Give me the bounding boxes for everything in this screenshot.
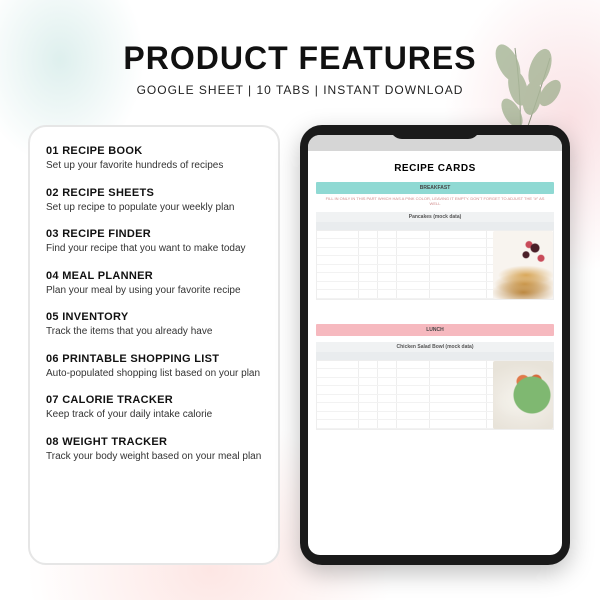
feature-title: 03 RECIPE FINDER <box>46 228 262 240</box>
tablet-notch <box>390 125 480 139</box>
section-label: LUNCH <box>426 327 444 333</box>
recipe-columns-header <box>316 352 554 360</box>
feature-desc: Set up recipe to populate your weekly pl… <box>46 201 262 215</box>
feature-desc: Track your body weight based on your mea… <box>46 450 262 464</box>
feature-02: 02 RECIPE SHEETS Set up recipe to popula… <box>46 187 262 215</box>
recipe-image-pancakes <box>493 231 553 299</box>
section-bar-lunch: LUNCH <box>316 324 554 336</box>
feature-08: 08 WEIGHT TRACKER Track your body weight… <box>46 436 262 464</box>
recipe-name: Chicken Salad Bowl (mock data) <box>316 342 554 352</box>
features-card: 01 RECIPE BOOK Set up your favorite hund… <box>28 125 280 565</box>
feature-03: 03 RECIPE FINDER Find your recipe that y… <box>46 228 262 256</box>
recipe-body <box>316 360 554 430</box>
feature-desc: Plan your meal by using your favorite re… <box>46 284 262 298</box>
feature-04: 04 MEAL PLANNER Plan your meal by using … <box>46 270 262 298</box>
tablet-mockup: RECIPE CARDS BREAKFAST FILL IN ONLY IN T… <box>300 125 570 565</box>
content-row: 01 RECIPE BOOK Set up your favorite hund… <box>0 97 600 565</box>
feature-title: 05 INVENTORY <box>46 311 262 323</box>
feature-desc: Set up your favorite hundreds of recipes <box>46 159 262 173</box>
feature-title: 07 CALORIE TRACKER <box>46 394 262 406</box>
feature-01: 01 RECIPE BOOK Set up your favorite hund… <box>46 145 262 173</box>
recipe-image-salad-bowl <box>493 361 553 429</box>
section-label: BREAKFAST <box>420 185 451 191</box>
feature-07: 07 CALORIE TRACKER Keep track of your da… <box>46 394 262 422</box>
breakfast-note: FILL IN ONLY IN THIS PART WHICH HAS A PI… <box>308 194 562 210</box>
feature-desc: Auto-populated shopping list based on yo… <box>46 367 262 381</box>
recipe-block-breakfast: Pancakes (mock data) <box>316 212 554 300</box>
section-bar-breakfast: BREAKFAST <box>316 182 554 194</box>
feature-05: 05 INVENTORY Track the items that you al… <box>46 311 262 339</box>
feature-title: 01 RECIPE BOOK <box>46 145 262 157</box>
sheet-title: RECIPE CARDS <box>308 151 562 182</box>
feature-desc: Keep track of your daily intake calorie <box>46 408 262 422</box>
feature-title: 06 PRINTABLE SHOPPING LIST <box>46 353 262 365</box>
recipe-body <box>316 230 554 300</box>
feature-desc: Find your recipe that you want to make t… <box>46 242 262 256</box>
feature-title: 02 RECIPE SHEETS <box>46 187 262 199</box>
tablet-screen: RECIPE CARDS BREAKFAST FILL IN ONLY IN T… <box>308 135 562 555</box>
recipe-name: Pancakes (mock data) <box>316 212 554 222</box>
recipe-block-lunch: Chicken Salad Bowl (mock data) <box>316 342 554 430</box>
feature-06: 06 PRINTABLE SHOPPING LIST Auto-populate… <box>46 353 262 381</box>
feature-title: 04 MEAL PLANNER <box>46 270 262 282</box>
feature-title: 08 WEIGHT TRACKER <box>46 436 262 448</box>
feature-desc: Track the items that you already have <box>46 325 262 339</box>
recipe-columns-header <box>316 222 554 230</box>
